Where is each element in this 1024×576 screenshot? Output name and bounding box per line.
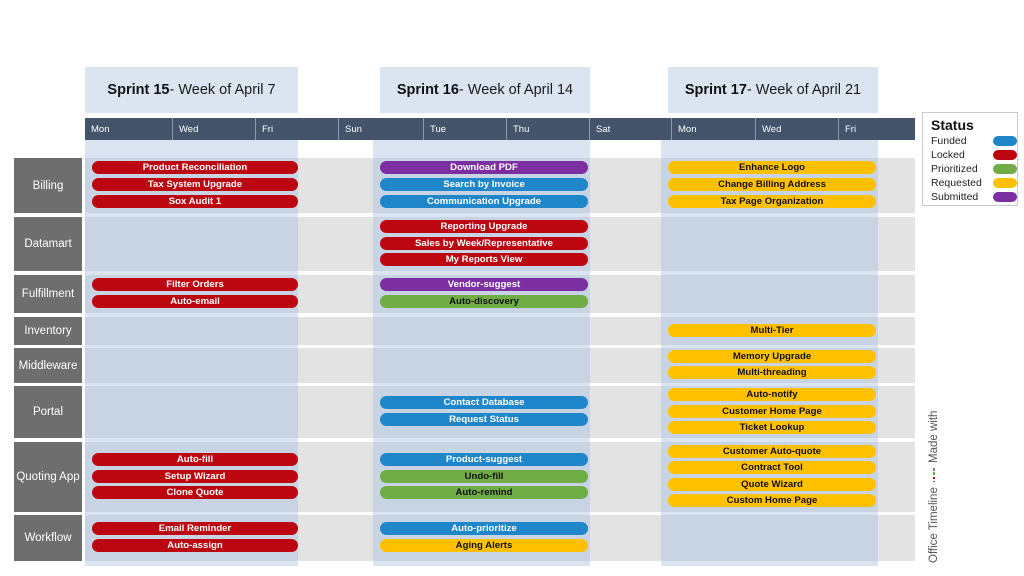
task-bar-sales-by-week-representative[interactable]: Sales by Week/Representative [380, 236, 588, 250]
row-label-fulfillment: Fulfillment [14, 275, 82, 313]
task-bar-auto-email[interactable]: Auto-email [92, 294, 298, 308]
row-stripe-4-sprint-2 [373, 348, 590, 383]
task-bar-contact-database[interactable]: Contact Database [380, 396, 588, 410]
row-label-inventory: Inventory [14, 317, 82, 345]
task-bar-multi-tier[interactable]: Multi-Tier [668, 323, 876, 337]
sprint-name-1: Sprint 15 [107, 82, 170, 98]
task-bar-contract-tool[interactable]: Contract Tool [668, 461, 876, 475]
row-stripe-3-sprint-1 [85, 317, 298, 345]
row-label-quoting-app: Quoting App [14, 442, 82, 512]
task-bar-custom-home-page[interactable]: Custom Home Page [668, 494, 876, 508]
task-bar-change-billing-address[interactable]: Change Billing Address [668, 178, 876, 191]
watermark-prefix: Made with [928, 410, 940, 464]
task-bar-quote-wizard[interactable]: Quote Wizard [668, 477, 876, 491]
legend-row-funded: Funded [931, 134, 1017, 148]
task-bar-auto-prioritize[interactable]: Auto-prioritize [380, 522, 588, 536]
sprint-name-2: Sprint 16 [396, 82, 459, 98]
legend-row-submitted: Submitted [931, 190, 1017, 204]
task-bar-undo-fill[interactable]: Undo-fill [380, 469, 588, 483]
legend-row-requested: Requested [931, 176, 1017, 190]
row-stripe-4-sprint-1 [85, 348, 298, 383]
sprint-header-2: Sprint 16 - Week of April 14 [380, 67, 590, 113]
row-label-middleware: Middleware [14, 348, 82, 383]
legend-row-prioritized: Prioritized [931, 162, 1017, 176]
legend-label-requested: Requested [931, 177, 982, 189]
row-label-workflow: Workflow [14, 515, 82, 561]
day-header-mon-0: Mon [91, 123, 110, 135]
sprint-week-2: - Week of April 14 [458, 82, 574, 98]
legend-swatch-funded [993, 136, 1017, 146]
day-header-wed-8: Wed [755, 118, 838, 140]
day-header-sat-6: Sat [589, 118, 671, 140]
task-bar-request-status[interactable]: Request Status [380, 412, 588, 426]
task-bar-email-reminder[interactable]: Email Reminder [92, 522, 298, 536]
legend-label-funded: Funded [931, 135, 967, 147]
row-label-portal: Portal [14, 386, 82, 438]
task-bar-tax-system-upgrade[interactable]: Tax System Upgrade [92, 178, 298, 191]
task-bar-aging-alerts[interactable]: Aging Alerts [380, 538, 588, 552]
task-bar-enhance-logo[interactable]: Enhance Logo [668, 161, 876, 175]
sprint-header-1: Sprint 15 - Week of April 7 [85, 67, 298, 113]
office-timeline-logo-icon [932, 468, 936, 483]
task-bar-tax-page-organization[interactable]: Tax Page Organization [668, 194, 876, 208]
row-label-datamart: Datamart [14, 217, 82, 271]
sprint-header-3: Sprint 17 - Week of April 21 [668, 67, 878, 113]
task-bar-download-pdf[interactable]: Download PDF [380, 161, 588, 175]
legend-label-prioritized: Prioritized [931, 163, 978, 175]
task-bar-customer-home-page[interactable]: Customer Home Page [668, 404, 876, 418]
task-bar-product-suggest[interactable]: Product-suggest [380, 452, 588, 466]
task-bar-my-reports-view[interactable]: My Reports View [380, 253, 588, 267]
task-bar-clone-quote[interactable]: Clone Quote [92, 486, 298, 500]
watermark-product-name: Office Timeline [928, 487, 940, 563]
day-header-fri-2: Fri [255, 118, 338, 140]
task-bar-auto-remind[interactable]: Auto-remind [380, 486, 588, 500]
row-stripe-5-sprint-1 [85, 386, 298, 438]
legend-swatch-prioritized [993, 164, 1017, 174]
timeline-canvas: Sprint 15 - Week of April 7 Sprint 16 - W… [0, 0, 1024, 576]
task-bar-auto-fill[interactable]: Auto-fill [92, 452, 298, 466]
legend-label-locked: Locked [931, 149, 965, 161]
row-stripe-2-sprint-3 [661, 275, 878, 313]
row-stripe-1-sprint-3 [661, 217, 878, 271]
task-bar-sox-audit-1[interactable]: Sox Audit 1 [92, 194, 298, 208]
task-bar-auto-assign[interactable]: Auto-assign [92, 538, 298, 552]
legend-title: Status [931, 117, 974, 133]
legend-swatch-requested [993, 178, 1017, 188]
task-bar-reporting-upgrade[interactable]: Reporting Upgrade [380, 219, 588, 233]
day-header-sun-3: Sun [338, 118, 423, 140]
day-header-fri-9: Fri [838, 118, 915, 140]
day-header-tue-4: Tue [423, 118, 506, 140]
legend-swatch-locked [993, 150, 1017, 160]
task-bar-ticket-lookup[interactable]: Ticket Lookup [668, 421, 876, 435]
task-bar-multi-threading[interactable]: Multi-threading [668, 366, 876, 380]
task-bar-memory-upgrade[interactable]: Memory Upgrade [668, 349, 876, 363]
task-bar-product-reconciliation[interactable]: Product Reconciliation [92, 161, 298, 175]
office-timeline-watermark: Office Timeline Made with [928, 358, 940, 563]
task-bar-communication-upgrade[interactable]: Communication Upgrade [380, 194, 588, 208]
day-header-wed-1: Wed [172, 118, 255, 140]
legend-row-locked: Locked [931, 148, 1017, 162]
row-label-billing: Billing [14, 158, 82, 213]
row-stripe-7-sprint-3 [661, 515, 878, 561]
task-bar-filter-orders[interactable]: Filter Orders [92, 278, 298, 292]
task-bar-customer-auto-quote[interactable]: Customer Auto-quote [668, 444, 876, 458]
sprint-week-1: - Week of April 7 [169, 82, 276, 98]
legend-label-submitted: Submitted [931, 191, 979, 203]
task-bar-vendor-suggest[interactable]: Vendor-suggest [380, 278, 588, 292]
task-bar-auto-discovery[interactable]: Auto-discovery [380, 294, 588, 308]
day-header-mon-7: Mon [671, 118, 755, 140]
day-header-strip: Mon Wed Fri Sun Tue Thu Sat Mon Wed Fri [85, 118, 915, 140]
task-bar-search-by-invoice[interactable]: Search by Invoice [380, 178, 588, 191]
row-stripe-3-sprint-2 [373, 317, 590, 345]
legend-swatch-submitted [993, 192, 1017, 202]
task-bar-auto-notify[interactable]: Auto-notify [668, 387, 876, 401]
row-stripe-1-sprint-1 [85, 217, 298, 271]
task-bar-setup-wizard[interactable]: Setup Wizard [92, 469, 298, 483]
status-legend: Status Funded Locked Prioritized Requested Su… [922, 112, 1018, 206]
sprint-name-3: Sprint 17 [684, 82, 747, 98]
day-header-thu-5: Thu [506, 118, 589, 140]
sprint-week-3: - Week of April 21 [746, 82, 862, 98]
